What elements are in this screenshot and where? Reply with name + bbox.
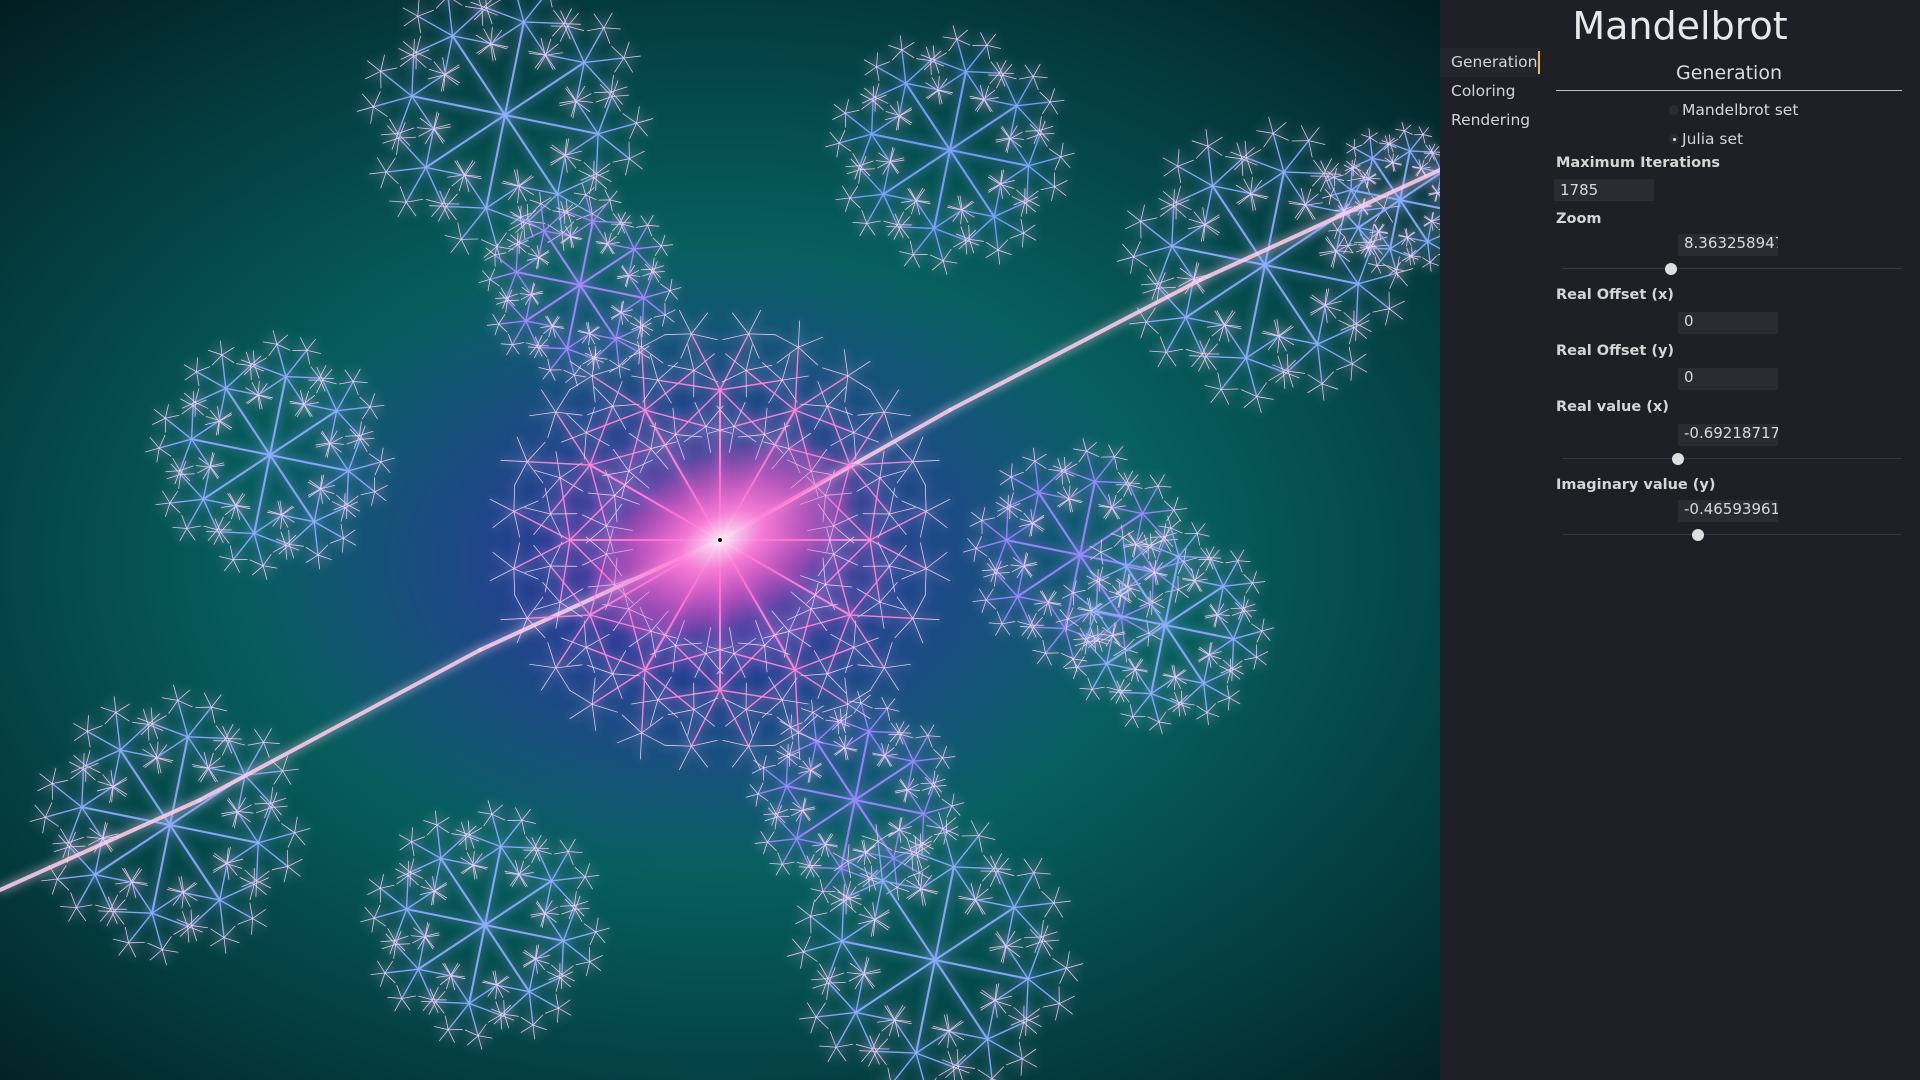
fractal-canvas[interactable] bbox=[0, 0, 1440, 1080]
radio-julia-set[interactable]: Julia set bbox=[1556, 125, 1902, 154]
julia-set-render bbox=[0, 0, 1440, 1080]
settings-nav: Generation Coloring Rendering bbox=[1440, 48, 1540, 135]
zoom-slider-thumb[interactable] bbox=[1664, 263, 1677, 275]
section-title: Generation bbox=[1556, 62, 1902, 91]
settings-panel: Mandelbrot Generation Coloring Rendering… bbox=[1440, 0, 1920, 1080]
app-title: Mandelbrot bbox=[1572, 4, 1788, 48]
real-value-x-label: Real value (x) bbox=[1556, 399, 1669, 415]
real-value-x-slider-thumb[interactable] bbox=[1671, 453, 1684, 465]
real-value-x-input[interactable]: -0.692187175 bbox=[1678, 424, 1778, 446]
nav-item-generation[interactable]: Generation bbox=[1440, 48, 1540, 77]
imaginary-value-y-slider-track[interactable] bbox=[1562, 534, 1902, 535]
zoom-label: Zoom bbox=[1556, 211, 1602, 227]
imaginary-value-y-input[interactable]: -0.465939610 bbox=[1678, 500, 1778, 522]
zoom-input[interactable]: 8.363258947 bbox=[1678, 234, 1778, 256]
radio-label: Mandelbrot set bbox=[1682, 101, 1799, 119]
radio-label: Julia set bbox=[1682, 130, 1744, 148]
radio-indicator[interactable] bbox=[1669, 105, 1679, 115]
generation-settings: Generation Mandelbrot set Julia set Maxi… bbox=[1554, 62, 1902, 548]
imaginary-value-y-label: Imaginary value (y) bbox=[1556, 477, 1716, 493]
radio-indicator-checked[interactable] bbox=[1669, 134, 1679, 144]
nav-item-rendering[interactable]: Rendering bbox=[1440, 106, 1540, 135]
real-offset-x-input[interactable]: 0 bbox=[1678, 312, 1778, 334]
real-value-x-slider-track[interactable] bbox=[1562, 458, 1902, 459]
real-offset-y-label: Real Offset (y) bbox=[1556, 343, 1675, 359]
zoom-slider-track[interactable] bbox=[1562, 268, 1902, 269]
max-iterations-input[interactable] bbox=[1554, 179, 1654, 201]
radio-mandelbrot-set[interactable]: Mandelbrot set bbox=[1556, 96, 1902, 125]
nav-item-coloring[interactable]: Coloring bbox=[1440, 77, 1540, 106]
real-offset-y-input[interactable]: 0 bbox=[1678, 368, 1778, 390]
imaginary-value-y-slider-thumb[interactable] bbox=[1692, 529, 1704, 541]
real-offset-x-label: Real Offset (x) bbox=[1556, 287, 1674, 303]
